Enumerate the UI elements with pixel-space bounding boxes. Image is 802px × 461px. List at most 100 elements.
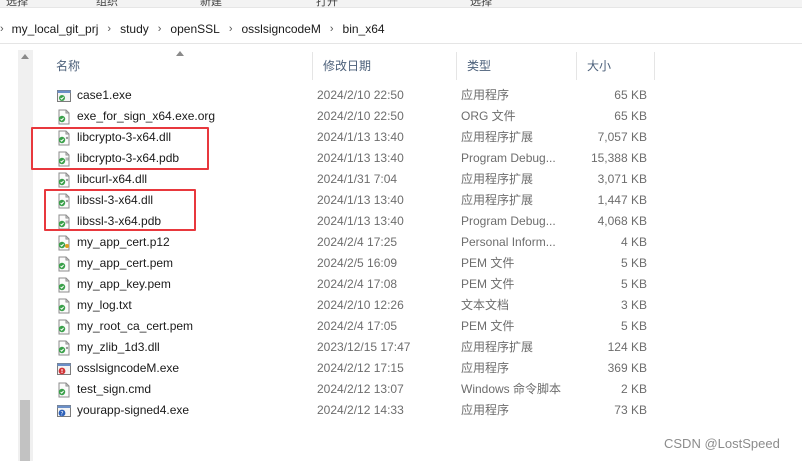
- file-size: 15,388 KB: [590, 151, 647, 165]
- toolbar-fragment[interactable]: 组织: [96, 0, 118, 7]
- file-name[interactable]: exe_for_sign_x64.exe.org: [77, 106, 215, 127]
- file-row[interactable]: my_app_cert.p12 2024/2/4 17:25 Personal In…: [46, 232, 656, 253]
- pdb-icon: [56, 151, 72, 167]
- chevron-right-icon[interactable]: ›: [229, 23, 233, 35]
- dll-icon: [56, 130, 72, 146]
- dll-icon: [56, 340, 72, 356]
- file-name[interactable]: libcrypto-3-x64.pdb: [77, 148, 179, 169]
- file-date: 2023/12/15 17:47: [317, 340, 411, 354]
- file-row[interactable]: test_sign.cmd 2024/2/12 13:07 Windows 命令脚本…: [46, 379, 656, 400]
- scroll-up-icon[interactable]: [21, 54, 29, 59]
- file-type: PEM 文件: [461, 277, 515, 291]
- file-name[interactable]: test_sign.cmd: [77, 379, 151, 400]
- file-size: 7,057 KB: [597, 130, 647, 144]
- file-name[interactable]: my_root_ca_cert.pem: [77, 316, 193, 337]
- file-type: 应用程序扩展: [461, 340, 534, 354]
- file-size: 65 KB: [614, 109, 647, 123]
- file-row[interactable]: exe_for_sign_x64.exe.org 2024/2/10 22:50 O…: [46, 106, 656, 127]
- navigation-pane-scrollbar[interactable]: [18, 50, 33, 461]
- file-row[interactable]: osslsigncodeM.exe 2024/2/12 17:15 应用程序 369 …: [46, 358, 656, 379]
- file-date: 2024/2/12 14:33: [317, 403, 404, 417]
- file-name[interactable]: osslsigncodeM.exe: [77, 358, 179, 379]
- file-name[interactable]: libssl-3-x64.pdb: [77, 211, 161, 232]
- column-header-type[interactable]: 类型: [457, 52, 577, 80]
- breadcrumb-item[interactable]: osslsigncodeM: [241, 22, 320, 36]
- file-row[interactable]: my_root_ca_cert.pem 2024/2/4 17:05 PEM 文件 5…: [46, 316, 656, 337]
- breadcrumb-item[interactable]: my_local_git_prj: [12, 22, 99, 36]
- file-name[interactable]: my_app_cert.p12: [77, 232, 170, 253]
- file-row[interactable]: case1.exe 2024/2/10 22:50 应用程序 65 KB: [46, 85, 656, 106]
- toolbar-fragment[interactable]: 打开: [316, 0, 338, 7]
- chevron-right-icon[interactable]: ›: [330, 23, 334, 35]
- dll-icon: [56, 193, 72, 209]
- file-icon: [56, 298, 72, 314]
- file-name[interactable]: libssl-3-x64.dll: [77, 190, 153, 211]
- file-row[interactable]: my_app_key.pem 2024/2/4 17:08 PEM 文件 5 KB: [46, 274, 656, 295]
- toolbar-strip: 选择 组织 新建 打开 选择: [0, 0, 802, 8]
- file-size: 5 KB: [620, 256, 647, 270]
- file-date: 2024/2/4 17:08: [317, 277, 398, 291]
- file-name[interactable]: my_zlib_1d3.dll: [77, 337, 160, 358]
- file-row[interactable]: libssl-3-x64.pdb 2024/1/13 13:40 Program D…: [46, 211, 656, 232]
- file-type: PEM 文件: [461, 256, 515, 270]
- file-row[interactable]: libcrypto-3-x64.dll 2024/1/13 13:40 应用程序扩展…: [46, 127, 656, 148]
- chevron-right-icon[interactable]: ›: [158, 23, 162, 35]
- file-name[interactable]: yourapp-signed4.exe: [77, 400, 189, 421]
- file-size: 65 KB: [614, 88, 647, 102]
- breadcrumb-item[interactable]: openSSL: [170, 22, 219, 36]
- file-name[interactable]: my_app_cert.pem: [77, 253, 173, 274]
- file-date: 2024/1/13 13:40: [317, 130, 404, 144]
- svg-text:?: ?: [60, 410, 63, 417]
- file-type: 应用程序: [461, 361, 510, 375]
- column-header-name[interactable]: 名称: [46, 52, 313, 80]
- file-type: 应用程序扩展: [461, 193, 534, 207]
- file-row[interactable]: libssl-3-x64.dll 2024/1/13 13:40 应用程序扩展 1,4…: [46, 190, 656, 211]
- file-date: 2024/2/10 22:50: [317, 88, 404, 102]
- toolbar-fragment[interactable]: 新建: [200, 0, 222, 7]
- file-type: PEM 文件: [461, 319, 515, 333]
- file-name[interactable]: libcurl-x64.dll: [77, 169, 147, 190]
- file-row[interactable]: my_app_cert.pem 2024/2/5 16:09 PEM 文件 5 KB: [46, 253, 656, 274]
- file-row[interactable]: my_log.txt 2024/2/10 12:26 文本文档 3 KB: [46, 295, 656, 316]
- toolbar-fragment[interactable]: 选择: [470, 0, 492, 7]
- file-size: 369 KB: [607, 361, 647, 375]
- chevron-right-icon[interactable]: ›: [107, 23, 111, 35]
- file-list: case1.exe 2024/2/10 22:50 应用程序 65 KB exe_for…: [46, 85, 656, 421]
- scrollbar-thumb[interactable]: [20, 400, 30, 461]
- file-size: 73 KB: [614, 403, 647, 417]
- file-date: 2024/2/10 12:26: [317, 298, 404, 312]
- file-name[interactable]: case1.exe: [77, 85, 132, 106]
- file-date: 2024/1/31 7:04: [317, 172, 398, 186]
- file-name[interactable]: libcrypto-3-x64.dll: [77, 127, 171, 148]
- file-type: 文本文档: [461, 298, 510, 312]
- file-type: 应用程序: [461, 403, 510, 417]
- file-type: 应用程序扩展: [461, 172, 534, 186]
- file-row[interactable]: libcrypto-3-x64.pdb 2024/1/13 13:40 Progra…: [46, 148, 656, 169]
- file-date: 2024/2/5 16:09: [317, 256, 398, 270]
- file-size: 5 KB: [620, 319, 647, 333]
- file-size: 3,071 KB: [597, 172, 647, 186]
- file-date: 2024/2/4 17:25: [317, 235, 398, 249]
- breadcrumb-item[interactable]: study: [120, 22, 149, 36]
- column-header-date[interactable]: 修改日期: [313, 52, 457, 80]
- file-date: 2024/2/12 17:15: [317, 361, 404, 375]
- file-type: Program Debug...: [461, 214, 556, 228]
- exe-red-icon: [56, 361, 72, 377]
- file-row[interactable]: ? yourapp-signed4.exe 2024/2/12 14:33 应用程序 7…: [46, 400, 656, 421]
- chevron-right-icon[interactable]: ›: [0, 23, 4, 35]
- file-type: ORG 文件: [461, 109, 516, 123]
- file-row[interactable]: my_zlib_1d3.dll 2023/12/15 17:47 应用程序扩展 124…: [46, 337, 656, 358]
- file-name[interactable]: my_log.txt: [77, 295, 132, 316]
- file-name[interactable]: my_app_key.pem: [77, 274, 171, 295]
- file-type: 应用程序扩展: [461, 130, 534, 144]
- file-size: 124 KB: [607, 340, 647, 354]
- watermark: CSDN @LostSpeed: [664, 436, 780, 451]
- file-row[interactable]: libcurl-x64.dll 2024/1/31 7:04 应用程序扩展 3,071…: [46, 169, 656, 190]
- cert-icon: [56, 235, 72, 251]
- column-header-size[interactable]: 大小: [577, 52, 655, 80]
- toolbar-fragment[interactable]: 选择: [6, 0, 28, 7]
- breadcrumb: › my_local_git_prj › study › openSSL › o…: [0, 14, 802, 44]
- file-icon: [56, 277, 72, 293]
- file-type: Windows 命令脚本: [461, 382, 562, 396]
- breadcrumb-item[interactable]: bin_x64: [343, 22, 385, 36]
